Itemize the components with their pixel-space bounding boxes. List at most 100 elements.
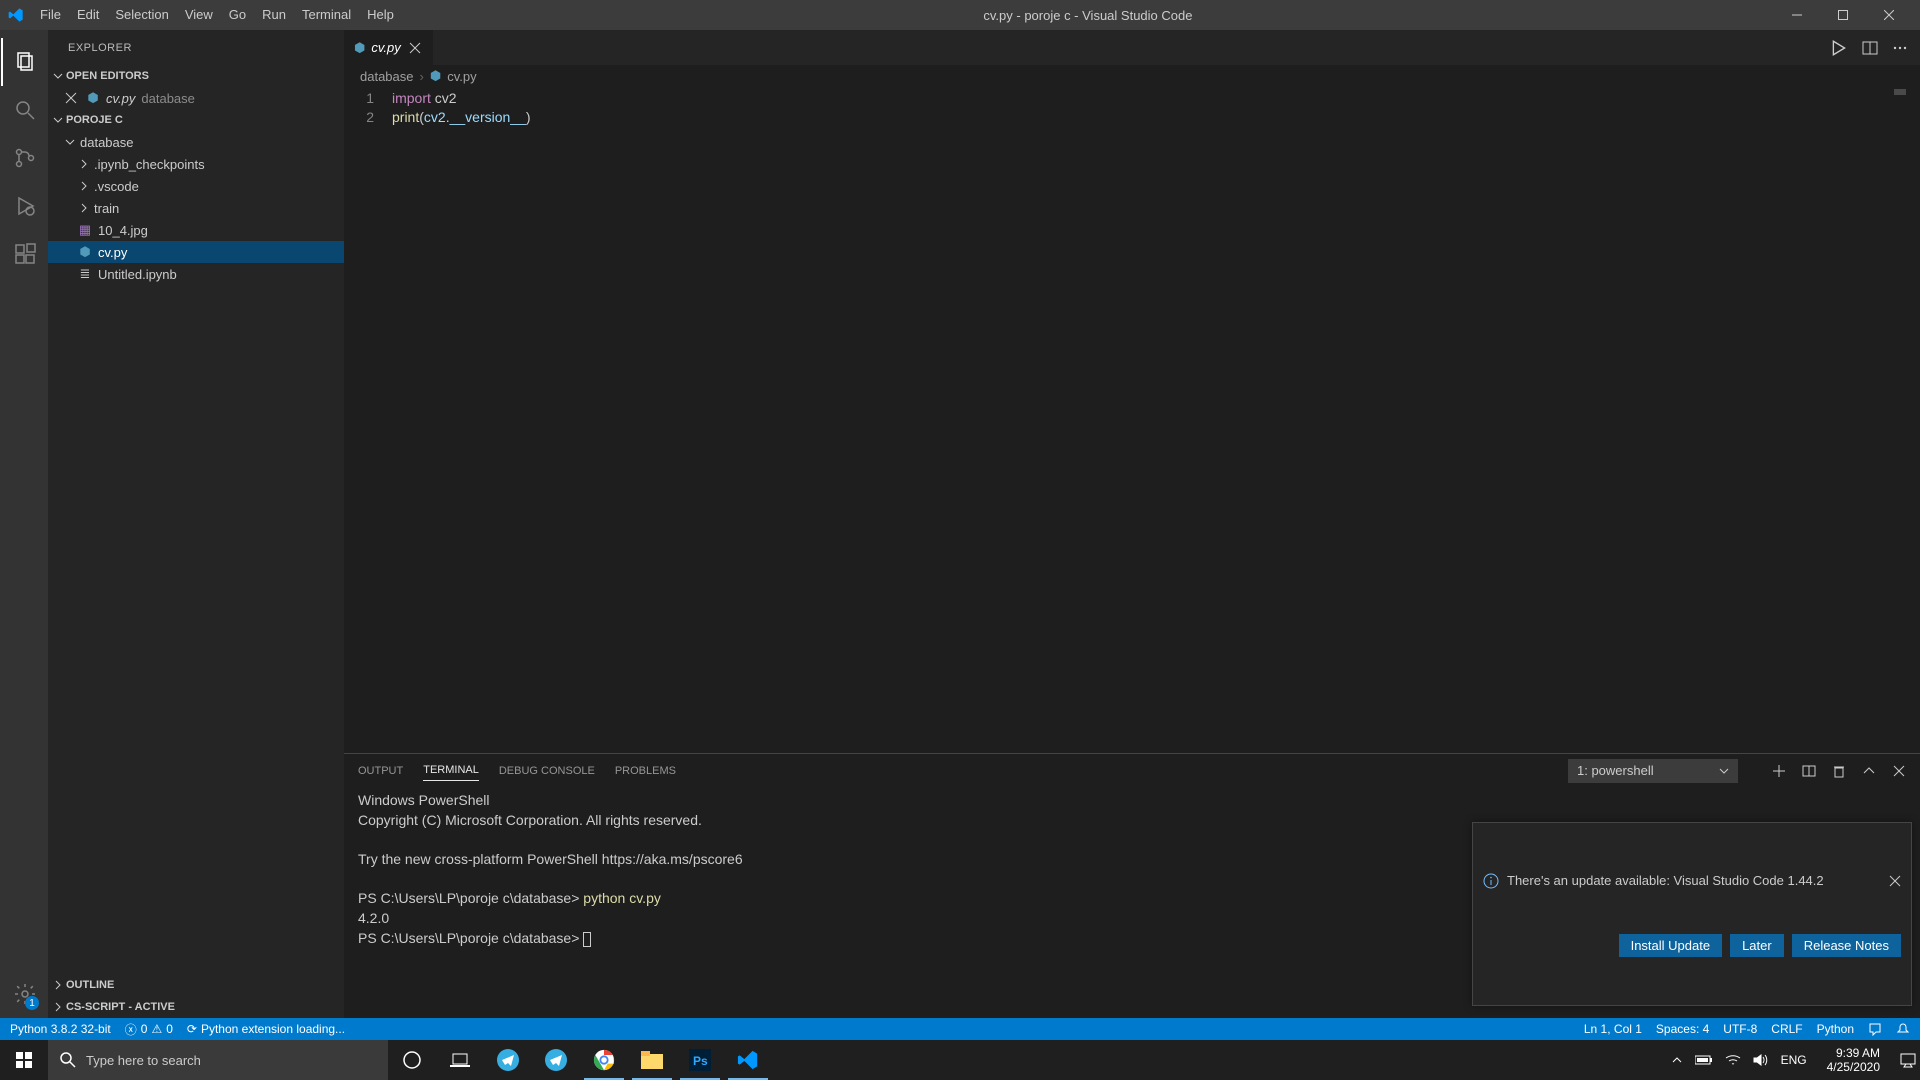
file-image[interactable]: ▦ 10_4.jpg (48, 219, 344, 241)
extensions-icon[interactable] (1, 230, 49, 278)
code-var: __version__ (450, 109, 526, 125)
search-icon[interactable] (1, 86, 49, 134)
taskbar-clock[interactable]: 9:39 AM 4/25/2020 (1819, 1046, 1888, 1074)
more-icon[interactable] (1892, 40, 1908, 56)
minimize-button[interactable] (1774, 0, 1820, 30)
run-icon[interactable] (1830, 39, 1848, 57)
release-notes-button[interactable]: Release Notes (1792, 934, 1901, 957)
status-encoding[interactable]: UTF-8 (1723, 1022, 1757, 1036)
kill-terminal-icon[interactable] (1832, 764, 1846, 778)
code-editor[interactable]: 1 2 import cv2 print(cv2.__version__) (344, 87, 1920, 753)
run-debug-icon[interactable] (1, 182, 49, 230)
language-indicator[interactable]: ENG (1781, 1053, 1807, 1067)
close-icon[interactable] (62, 92, 80, 104)
wifi-icon[interactable] (1725, 1053, 1741, 1067)
search-icon (60, 1052, 76, 1068)
menu-help[interactable]: Help (359, 0, 402, 30)
menu-file[interactable]: File (32, 0, 69, 30)
update-badge: 1 (25, 996, 39, 1010)
sync-icon: ⟳ (187, 1022, 197, 1036)
close-button[interactable] (1866, 0, 1912, 30)
status-language[interactable]: Python (1817, 1022, 1854, 1036)
chevron-down-icon (1719, 766, 1729, 776)
app-photoshop-icon[interactable]: Ps (676, 1040, 724, 1080)
project-header[interactable]: poroje c (48, 109, 344, 131)
app-telegram-icon[interactable] (532, 1040, 580, 1080)
menu-terminal[interactable]: Terminal (294, 0, 359, 30)
notifications-icon[interactable] (1896, 1022, 1910, 1036)
split-editor-icon[interactable] (1862, 40, 1878, 56)
open-editor-name: cv.py (106, 91, 135, 106)
maximize-panel-icon[interactable] (1862, 764, 1876, 778)
new-terminal-icon[interactable] (1772, 764, 1786, 778)
file-cvpy[interactable]: ⬢ cv.py (48, 241, 344, 263)
feedback-icon[interactable] (1868, 1022, 1882, 1036)
chevron-right-icon (52, 979, 64, 991)
code-fn: print (392, 109, 419, 125)
tab-bar: ⬢ cv.py (344, 30, 1920, 65)
menu-view[interactable]: View (177, 0, 221, 30)
panel-tab-problems[interactable]: Problems (615, 761, 676, 781)
folder-ipynb-checkpoints[interactable]: .ipynb_checkpoints (48, 153, 344, 175)
breadcrumb-file[interactable]: cv.py (447, 69, 476, 84)
open-editors-header[interactable]: Open Editors (48, 65, 344, 87)
taskbar-search[interactable]: Type here to search (48, 1040, 388, 1080)
start-button[interactable] (0, 1040, 48, 1080)
csscript-header[interactable]: CS-Script - Active (48, 996, 344, 1018)
terminal-command: python cv.py (583, 890, 661, 906)
menu-go[interactable]: Go (221, 0, 254, 30)
cortana-icon[interactable] (388, 1040, 436, 1080)
task-view-icon[interactable] (436, 1040, 484, 1080)
terminal-line: Copyright (C) Microsoft Corporation. All… (358, 812, 702, 828)
code-content[interactable]: import cv2 print(cv2.__version__) (392, 87, 1920, 753)
file-untitled-ipynb[interactable]: ≣ Untitled.ipynb (48, 263, 344, 285)
status-loading[interactable]: ⟳ Python extension loading... (187, 1022, 345, 1036)
tray-chevron-up-icon[interactable] (1671, 1054, 1683, 1066)
menu-selection[interactable]: Selection (107, 0, 176, 30)
status-eol[interactable]: CRLF (1771, 1022, 1802, 1036)
minimap[interactable] (1894, 89, 1906, 95)
close-icon[interactable] (407, 42, 423, 54)
tab-cvpy[interactable]: ⬢ cv.py (344, 30, 434, 65)
panel-tab-debug[interactable]: Debug Console (499, 761, 595, 781)
chevron-down-icon (52, 114, 64, 126)
folder-train[interactable]: train (48, 197, 344, 219)
outline-header[interactable]: Outline (48, 974, 344, 996)
status-problems[interactable]: ⓧ0 ⚠0 (125, 1021, 173, 1038)
app-file-explorer-icon[interactable] (628, 1040, 676, 1080)
terminal-selector-label: 1: powershell (1577, 763, 1654, 778)
open-editor-dir: database (141, 91, 195, 106)
settings-gear-icon[interactable]: 1 (1, 970, 49, 1018)
terminal-selector[interactable]: 1: powershell (1568, 759, 1738, 783)
status-spaces[interactable]: Spaces: 4 (1656, 1022, 1709, 1036)
install-update-button[interactable]: Install Update (1619, 934, 1723, 957)
image-icon: ▦ (76, 222, 94, 238)
terminal-content[interactable]: Windows PowerShell Copyright (C) Microso… (344, 787, 1920, 1018)
split-terminal-icon[interactable] (1802, 764, 1816, 778)
close-icon[interactable] (1889, 875, 1901, 887)
maximize-button[interactable] (1820, 0, 1866, 30)
close-panel-icon[interactable] (1892, 764, 1906, 778)
panel-tab-terminal[interactable]: Terminal (423, 760, 479, 781)
action-center-icon[interactable] (1900, 1052, 1916, 1068)
panel-tab-output[interactable]: Output (358, 761, 403, 781)
folder-database[interactable]: database (48, 131, 344, 153)
svg-text:Ps: Ps (693, 1054, 708, 1068)
menu-run[interactable]: Run (254, 0, 294, 30)
later-button[interactable]: Later (1730, 934, 1784, 957)
app-telegram-desktop-icon[interactable] (484, 1040, 532, 1080)
breadcrumb[interactable]: database › ⬢ cv.py (344, 65, 1920, 87)
volume-icon[interactable] (1753, 1053, 1769, 1067)
menu-edit[interactable]: Edit (69, 0, 107, 30)
status-python[interactable]: Python 3.8.2 32-bit (10, 1022, 111, 1036)
folder-vscode[interactable]: .vscode (48, 175, 344, 197)
open-editor-item[interactable]: ⬢ cv.py database (48, 87, 344, 109)
app-chrome-icon[interactable] (580, 1040, 628, 1080)
status-cursor[interactable]: Ln 1, Col 1 (1584, 1022, 1642, 1036)
breadcrumb-root[interactable]: database (360, 69, 414, 84)
source-control-icon[interactable] (1, 134, 49, 182)
sidebar: Explorer Open Editors ⬢ cv.py database p… (48, 30, 344, 1018)
battery-icon[interactable] (1695, 1054, 1713, 1066)
app-vscode-icon[interactable] (724, 1040, 772, 1080)
explorer-icon[interactable] (1, 38, 49, 86)
